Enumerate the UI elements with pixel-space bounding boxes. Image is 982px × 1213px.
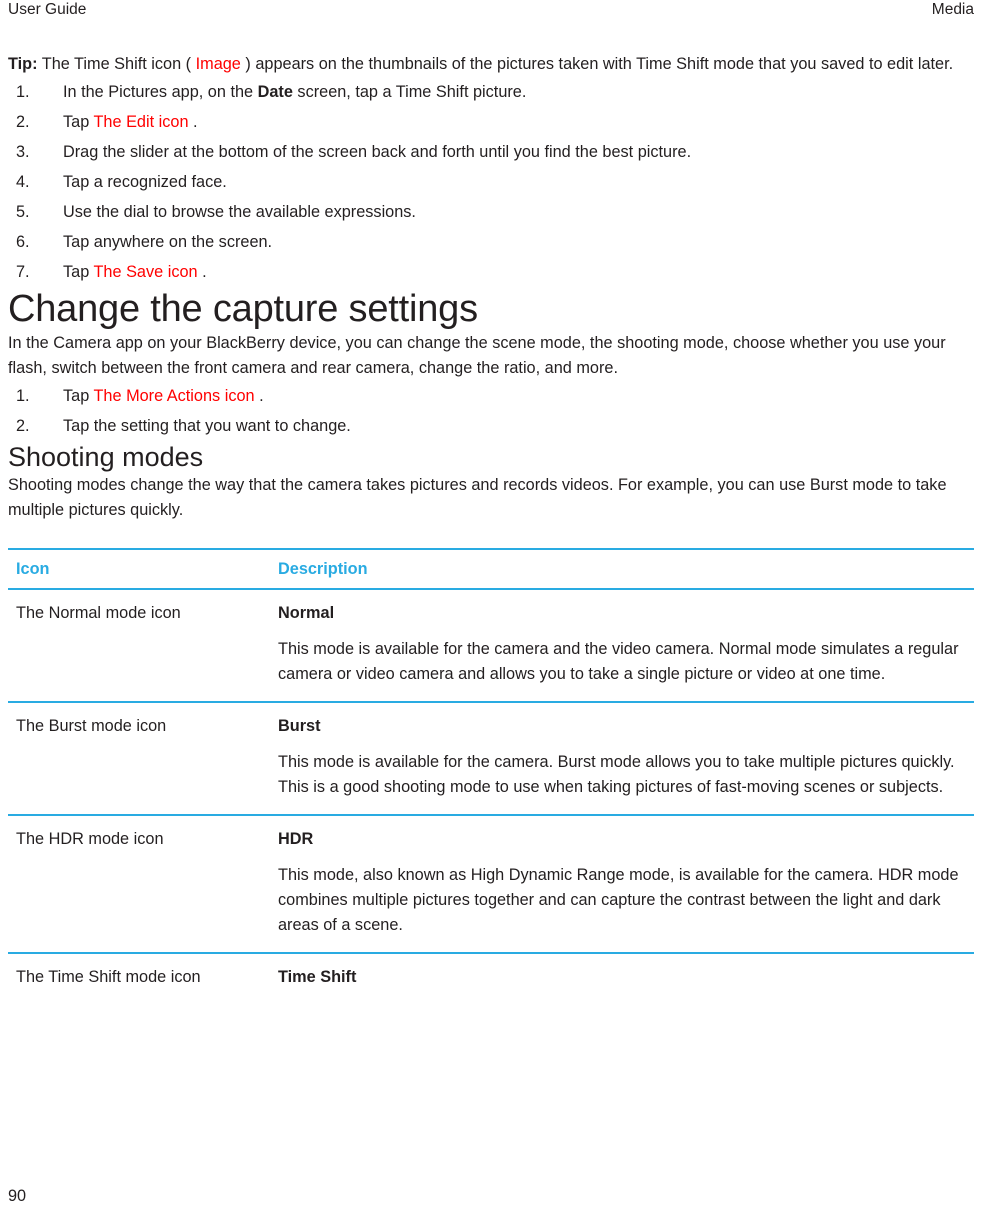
list-item-text-pre: Tap a recognized face. <box>63 173 227 191</box>
table-row: The HDR mode icon HDR This mode, also kn… <box>8 815 974 954</box>
list-item: 5. Use the dial to browse the available e… <box>8 197 974 227</box>
running-header-right: Media <box>931 1 974 18</box>
list-item-number: 5. <box>16 203 30 221</box>
list-item-text-tail: . <box>254 387 264 405</box>
list-item: 3. Drag the slider at the bottom of the s… <box>8 137 974 167</box>
list-item-text-pre: In the Pictures app, on the <box>63 83 258 101</box>
time-shift-steps-list: 1. In the Pictures app, on the Date scree… <box>8 77 974 287</box>
time-shift-mode-icon-link[interactable]: The Time Shift mode icon <box>8 953 270 1015</box>
mode-description: This mode, also known as High Dynamic Ra… <box>278 866 959 934</box>
normal-mode-icon-link[interactable]: The Normal mode icon <box>8 589 270 703</box>
table-cell-description: Burst This mode is available for the cam… <box>270 702 974 816</box>
table-header-row: Icon Description <box>8 548 974 590</box>
shooting-modes-table: Icon Description The Normal mode icon No… <box>8 548 974 1015</box>
page-title-capture-settings: Change the capture settings <box>8 288 478 330</box>
list-item-text-pre: Tap <box>63 263 94 281</box>
list-item-number: 1. <box>16 387 30 405</box>
section-title-shooting-modes: Shooting modes <box>8 442 204 472</box>
list-item-text-pre: Tap anywhere on the screen. <box>63 233 273 251</box>
list-item-text-pre: Use the dial to browse the available exp… <box>63 203 416 221</box>
mode-description: This mode is available for the camera an… <box>278 640 959 683</box>
tip-text-before-link: The Time Shift icon ( <box>37 55 196 73</box>
list-item-text-tail: . <box>197 263 207 281</box>
list-item: 4. Tap a recognized face. <box>8 167 974 197</box>
table-header: Icon Description <box>8 548 974 590</box>
list-item-text-tail: . <box>188 113 198 131</box>
list-item-number: 1. <box>16 83 30 101</box>
list-item-text-pre: Tap the setting that you want to change. <box>63 417 351 435</box>
edit-icon-link[interactable]: The Edit icon <box>93 113 188 131</box>
list-item-text-bold: Date <box>257 83 293 101</box>
table-row: The Time Shift mode icon Time Shift <box>8 953 974 1015</box>
tip-label: Tip: <box>8 55 38 73</box>
list-item-text-pre: Tap <box>63 387 94 405</box>
column-header-description: Description <box>270 548 974 590</box>
table-row: The Normal mode icon Normal This mode is… <box>8 589 974 703</box>
hdr-mode-icon-link[interactable]: The HDR mode icon <box>8 815 270 954</box>
more-actions-icon-link[interactable]: The More Actions icon <box>93 387 254 405</box>
table-cell-description: Normal This mode is available for the ca… <box>270 589 974 703</box>
page-number: 90 <box>8 1187 27 1205</box>
list-item: 2. Tap the setting that you want to chang… <box>8 411 974 441</box>
mode-title: HDR <box>278 830 314 848</box>
running-header-left: User Guide <box>8 1 87 18</box>
list-item-number: 2. <box>16 417 30 435</box>
tip-text-after-link: ) appears on the thumbnails of the pictu… <box>240 55 954 73</box>
mode-description: This mode is available for the camera. B… <box>278 753 955 796</box>
list-item-number: 3. <box>16 143 30 161</box>
list-item: 2. Tap The Edit icon . <box>8 107 974 137</box>
burst-mode-icon-link[interactable]: The Burst mode icon <box>8 702 270 816</box>
running-header: User Guide Media <box>0 0 982 26</box>
list-item-number: 7. <box>16 263 30 281</box>
list-item-number: 4. <box>16 173 30 191</box>
capture-settings-intro: In the Camera app on your BlackBerry dev… <box>8 334 946 377</box>
table-cell-description: Time Shift <box>270 953 974 1015</box>
table-body: The Normal mode icon Normal This mode is… <box>8 589 974 1015</box>
table-cell-description: HDR This mode, also known as High Dynami… <box>270 815 974 954</box>
table-row: The Burst mode icon Burst This mode is a… <box>8 702 974 816</box>
mode-title: Time Shift <box>278 968 357 986</box>
tip-paragraph: Tip: The Time Shift icon ( Image ) appea… <box>8 52 974 77</box>
time-shift-icon-link[interactable]: Image <box>196 55 241 73</box>
page-content: Tip: The Time Shift icon ( Image ) appea… <box>8 52 974 1015</box>
mode-title: Normal <box>278 604 335 622</box>
capture-settings-steps-list: 1. Tap The More Actions icon . 2. Tap the … <box>8 381 974 441</box>
list-item: 1. In the Pictures app, on the Date scree… <box>8 77 974 107</box>
shooting-modes-intro: Shooting modes change the way that the c… <box>8 476 947 519</box>
list-item-text-post: screen, tap a Time Shift picture. <box>292 83 527 101</box>
list-item-text-pre: Tap <box>63 113 94 131</box>
column-header-icon: Icon <box>8 548 270 590</box>
list-item-number: 2. <box>16 113 30 131</box>
list-item-number: 6. <box>16 233 30 251</box>
list-item: 1. Tap The More Actions icon . <box>8 381 974 411</box>
list-item: 7. Tap The Save icon . <box>8 257 974 287</box>
list-item-text-pre: Drag the slider at the bottom of the scr… <box>63 143 692 161</box>
mode-title: Burst <box>278 717 321 735</box>
save-icon-link[interactable]: The Save icon <box>93 263 197 281</box>
list-item: 6. Tap anywhere on the screen. <box>8 227 974 257</box>
